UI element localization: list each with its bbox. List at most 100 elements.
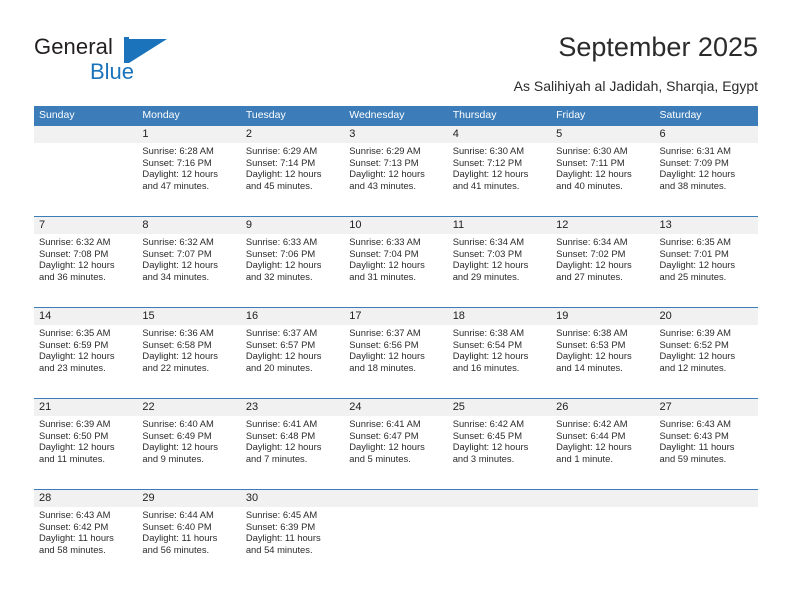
calendar-page: General Blue September 2025 As Salihiyah… <box>0 0 792 612</box>
sunrise-text: Sunrise: 6:43 AM <box>39 509 111 520</box>
day-cell-content[interactable]: 21 Sunrise: 6:39 AM Sunset: 6:50 PM Dayl… <box>34 399 138 489</box>
sunrise-text: Sunrise: 6:42 AM <box>556 418 628 429</box>
daylight-line1: Daylight: 12 hours <box>142 168 218 180</box>
location-subtitle: As Salihiyah al Jadidah, Sharqia, Egypt <box>513 78 758 94</box>
day-number: 26 <box>551 399 655 416</box>
day-cell <box>34 126 138 217</box>
day-cell-content <box>344 490 448 580</box>
sunrise-text: Sunrise: 6:44 AM <box>142 509 214 520</box>
week-row: 14 Sunrise: 6:35 AM Sunset: 6:59 PM Dayl… <box>34 307 758 399</box>
page-header: General Blue September 2025 As Salihiyah… <box>0 0 792 100</box>
day-details: Sunrise: 6:42 AM Sunset: 6:45 PM Dayligh… <box>448 416 551 464</box>
daylight-line1: Daylight: 12 hours <box>452 168 529 180</box>
day-cell-content[interactable]: 13 Sunrise: 6:35 AM Sunset: 7:01 PM Dayl… <box>654 217 758 307</box>
daylight-line2: and 23 minutes. <box>39 361 106 373</box>
day-cell: 7 Sunrise: 6:32 AM Sunset: 7:08 PM Dayli… <box>34 216 138 308</box>
day-cell-content[interactable]: 27 Sunrise: 6:43 AM Sunset: 6:43 PM Dayl… <box>654 399 758 489</box>
day-cell-content[interactable]: 25 Sunrise: 6:42 AM Sunset: 6:45 PM Dayl… <box>447 399 552 489</box>
day-cell-content[interactable]: 17 Sunrise: 6:37 AM Sunset: 6:56 PM Dayl… <box>344 308 448 398</box>
day-cell-content[interactable]: 19 Sunrise: 6:38 AM Sunset: 6:53 PM Dayl… <box>551 308 655 398</box>
sunset-text: Sunset: 6:58 PM <box>142 338 212 350</box>
sunset-text: Sunset: 7:02 PM <box>556 247 626 259</box>
sunrise-text: Sunrise: 6:33 AM <box>349 236 421 247</box>
day-details: Sunrise: 6:45 AM Sunset: 6:39 PM Dayligh… <box>241 507 344 555</box>
day-details: Sunrise: 6:34 AM Sunset: 7:02 PM Dayligh… <box>551 234 654 282</box>
day-cell-content[interactable]: 24 Sunrise: 6:41 AM Sunset: 6:47 PM Dayl… <box>344 399 448 489</box>
day-details: Sunrise: 6:29 AM Sunset: 7:14 PM Dayligh… <box>241 143 344 191</box>
day-number: 6 <box>654 126 758 143</box>
daylight-line2: and 22 minutes. <box>142 361 210 373</box>
daylight-line1: Daylight: 12 hours <box>245 350 322 362</box>
day-cell-content[interactable]: 14 Sunrise: 6:35 AM Sunset: 6:59 PM Dayl… <box>34 308 138 398</box>
day-cell: 6 Sunrise: 6:31 AM Sunset: 7:09 PM Dayli… <box>654 126 758 217</box>
day-number: 20 <box>654 308 758 325</box>
day-cell-content[interactable]: 7 Sunrise: 6:32 AM Sunset: 7:08 PM Dayli… <box>34 217 138 307</box>
day-cell-content[interactable]: 11 Sunrise: 6:34 AM Sunset: 7:03 PM Dayl… <box>447 217 552 307</box>
weekday-header-tuesday: Tuesday <box>240 106 345 126</box>
daylight-line2: and 45 minutes. <box>245 179 313 191</box>
daylight-line1: Daylight: 12 hours <box>39 350 115 362</box>
daylight-line1: Daylight: 12 hours <box>349 168 425 180</box>
daylight-line2: and 18 minutes. <box>349 361 416 373</box>
daylight-line2: and 34 minutes. <box>142 270 210 282</box>
sunrise-text: Sunrise: 6:38 AM <box>452 327 525 338</box>
day-cell-content[interactable]: 4 Sunrise: 6:30 AM Sunset: 7:12 PM Dayli… <box>447 126 552 216</box>
day-cell-content[interactable]: 15 Sunrise: 6:36 AM Sunset: 6:58 PM Dayl… <box>137 308 241 398</box>
sunset-text: Sunset: 7:06 PM <box>245 247 316 259</box>
daylight-line2: and 32 minutes. <box>245 270 313 282</box>
sunrise-text: Sunrise: 6:39 AM <box>39 418 111 429</box>
day-cell-content[interactable]: 23 Sunrise: 6:41 AM Sunset: 6:48 PM Dayl… <box>240 399 345 489</box>
day-cell: 27 Sunrise: 6:43 AM Sunset: 6:43 PM Dayl… <box>654 398 758 490</box>
day-cell: 19 Sunrise: 6:38 AM Sunset: 6:53 PM Dayl… <box>551 307 655 399</box>
day-cell-content[interactable]: 29 Sunrise: 6:44 AM Sunset: 6:40 PM Dayl… <box>137 490 241 580</box>
day-number: 23 <box>240 399 345 416</box>
day-details: Sunrise: 6:37 AM Sunset: 6:57 PM Dayligh… <box>241 325 344 373</box>
day-number: 27 <box>654 399 758 416</box>
day-cell-content[interactable]: 8 Sunrise: 6:32 AM Sunset: 7:07 PM Dayli… <box>137 217 241 307</box>
day-cell: 13 Sunrise: 6:35 AM Sunset: 7:01 PM Dayl… <box>654 216 758 308</box>
day-cell: 28 Sunrise: 6:43 AM Sunset: 6:42 PM Dayl… <box>34 489 138 580</box>
day-cell-content[interactable]: 18 Sunrise: 6:38 AM Sunset: 6:54 PM Dayl… <box>447 308 552 398</box>
sunrise-text: Sunrise: 6:41 AM <box>349 418 421 429</box>
day-cell-content <box>447 490 552 580</box>
day-number: 11 <box>447 217 552 234</box>
day-cell-content[interactable]: 9 Sunrise: 6:33 AM Sunset: 7:06 PM Dayli… <box>240 217 345 307</box>
daylight-line1: Daylight: 12 hours <box>556 259 632 271</box>
day-number: 1 <box>137 126 241 143</box>
logo-general-blue[interactable]: General Blue <box>34 34 214 86</box>
sunrise-text: Sunrise: 6:35 AM <box>659 236 731 247</box>
day-cell-content[interactable]: 26 Sunrise: 6:42 AM Sunset: 6:44 PM Dayl… <box>551 399 655 489</box>
day-cell: 18 Sunrise: 6:38 AM Sunset: 6:54 PM Dayl… <box>447 307 552 399</box>
day-cell-content <box>34 126 138 216</box>
day-cell-content[interactable]: 5 Sunrise: 6:30 AM Sunset: 7:11 PM Dayli… <box>551 126 655 216</box>
daylight-line2: and 36 minutes. <box>39 270 106 282</box>
sunset-text: Sunset: 6:39 PM <box>245 520 316 532</box>
daylight-line2: and 14 minutes. <box>556 361 623 373</box>
day-cell-content[interactable]: 10 Sunrise: 6:33 AM Sunset: 7:04 PM Dayl… <box>344 217 448 307</box>
day-cell-content[interactable]: 22 Sunrise: 6:40 AM Sunset: 6:49 PM Dayl… <box>137 399 241 489</box>
day-cell <box>447 489 552 580</box>
day-cell-content[interactable]: 20 Sunrise: 6:39 AM Sunset: 6:52 PM Dayl… <box>654 308 758 398</box>
day-cell-content <box>654 490 758 580</box>
sunrise-text: Sunrise: 6:28 AM <box>142 145 214 156</box>
daylight-line2: and 41 minutes. <box>452 179 520 191</box>
sunset-text: Sunset: 6:43 PM <box>659 429 729 441</box>
sunrise-text: Sunrise: 6:43 AM <box>659 418 731 429</box>
daylight-line1: Daylight: 12 hours <box>659 168 736 180</box>
daylight-line2: and 59 minutes. <box>659 452 727 464</box>
day-cell-content[interactable]: 12 Sunrise: 6:34 AM Sunset: 7:02 PM Dayl… <box>551 217 655 307</box>
sunset-text: Sunset: 7:07 PM <box>142 247 212 259</box>
sunrise-text: Sunrise: 6:34 AM <box>556 236 628 247</box>
day-cell-content[interactable]: 28 Sunrise: 6:43 AM Sunset: 6:42 PM Dayl… <box>34 490 138 580</box>
day-cell-content[interactable]: 30 Sunrise: 6:45 AM Sunset: 6:39 PM Dayl… <box>240 490 345 580</box>
day-cell-content[interactable]: 2 Sunrise: 6:29 AM Sunset: 7:14 PM Dayli… <box>240 126 345 216</box>
weekday-header-saturday: Saturday <box>654 106 758 126</box>
daylight-line2: and 11 minutes. <box>39 452 106 464</box>
day-cell-content[interactable]: 3 Sunrise: 6:29 AM Sunset: 7:13 PM Dayli… <box>344 126 448 216</box>
day-cell-content[interactable]: 6 Sunrise: 6:31 AM Sunset: 7:09 PM Dayli… <box>654 126 758 216</box>
sunrise-text: Sunrise: 6:38 AM <box>556 327 628 338</box>
day-cell-content[interactable]: 16 Sunrise: 6:37 AM Sunset: 6:57 PM Dayl… <box>240 308 345 398</box>
day-cell: 29 Sunrise: 6:44 AM Sunset: 6:40 PM Dayl… <box>137 489 241 580</box>
day-details: Sunrise: 6:33 AM Sunset: 7:04 PM Dayligh… <box>344 234 447 282</box>
day-cell-content[interactable]: 1 Sunrise: 6:28 AM Sunset: 7:16 PM Dayli… <box>137 126 241 216</box>
